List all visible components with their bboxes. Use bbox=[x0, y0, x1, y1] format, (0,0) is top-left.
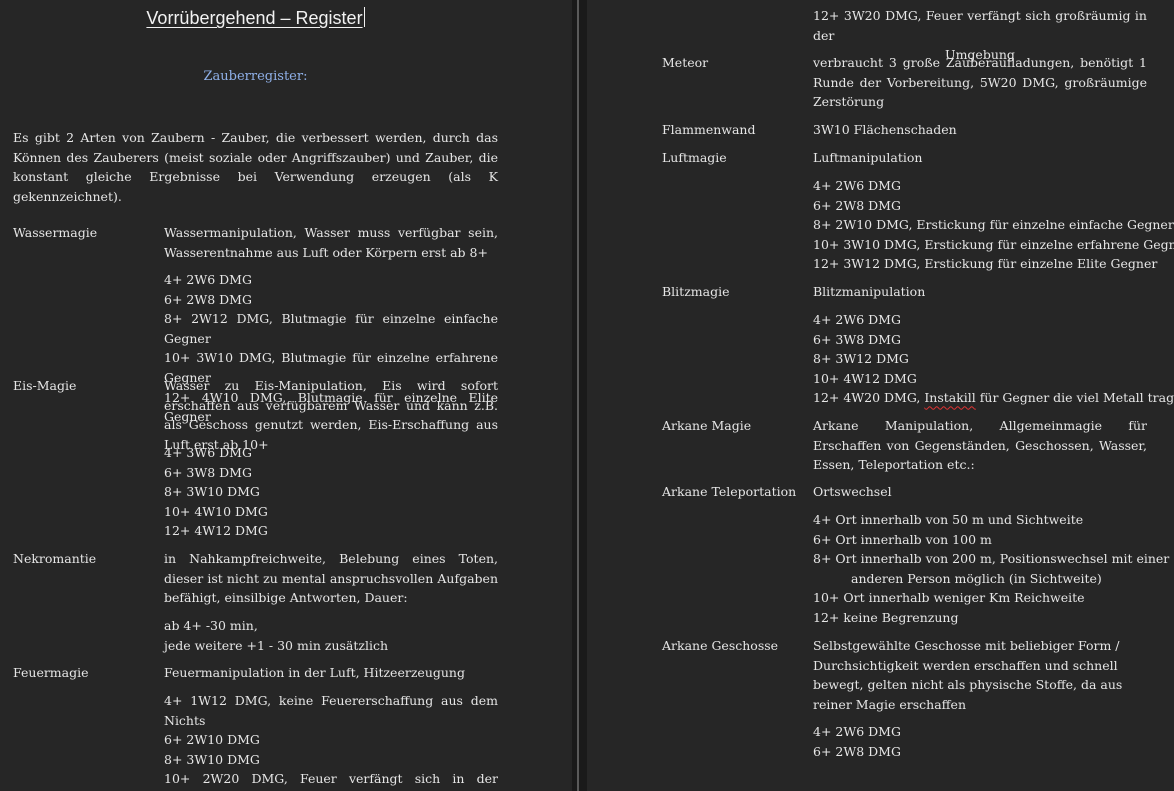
level-line: 10+ 4W12 DMG bbox=[813, 370, 917, 386]
section-heading: Zauberregister: bbox=[203, 69, 308, 84]
level-line: 10+ 3W10 DMG, Erstickung für einzelne er… bbox=[813, 236, 1174, 252]
level-line: 6+ Ort innerhalb von 100 m bbox=[813, 531, 992, 547]
spell-description: Wassermanipulation, Wasser muss verfügba… bbox=[164, 225, 498, 260]
level-line: 10+ Ort innerhalb weniger Km Reichweite bbox=[813, 590, 1085, 606]
spell-description: Arkane Manipulation, Allgemeinmagie für … bbox=[813, 418, 1147, 473]
level-line: 4+ 1W12 DMG, keine Feuererschaffung aus … bbox=[164, 693, 498, 728]
level-line: 6+ 3W8 DMG bbox=[164, 464, 252, 480]
level-line: 4+ 2W6 DMG bbox=[164, 272, 252, 287]
spell-levels-nekromantie: ab 4+ -30 min, jede weitere +1 - 30 min … bbox=[164, 616, 498, 655]
level-line: 10+ 4W10 DMG bbox=[164, 503, 268, 519]
spell-levels-arkane-geschosse: 4+ 2W6 DMG 6+ 2W8 DMG bbox=[813, 722, 1147, 761]
level-line: 8+ 3W10 DMG bbox=[164, 751, 260, 767]
spell-name: Nekromantie bbox=[13, 551, 97, 566]
level-line: 12+ keine Begrenzung bbox=[813, 609, 959, 625]
level-line: 8+ 2W10 DMG, Erstickung für einzelne ein… bbox=[813, 217, 1174, 233]
level-line: 6+ 2W8 DMG bbox=[813, 743, 901, 759]
intro-paragraph: Es gibt 2 Arten von Zaubern - Zauber, di… bbox=[13, 130, 498, 204]
level-line: 8+ 3W12 DMG bbox=[813, 351, 909, 367]
level-line: 6+ 2W8 DMG bbox=[813, 197, 901, 213]
spell-description: verbraucht 3 große Zauberaufladungen, be… bbox=[813, 55, 1147, 110]
level-line: 8+ 2W12 DMG, Blutmagie für einzelne einf… bbox=[164, 311, 498, 346]
level-line: 4+ 3W6 DMG bbox=[164, 445, 252, 460]
level-line: anderen Person möglich (in Sichtweite) bbox=[851, 570, 1102, 586]
spell-levels-eis-magie: 4+ 3W6 DMG 6+ 3W8 DMG 8+ 3W10 DMG 10+ 4W… bbox=[164, 443, 498, 541]
spell-levels-feuermagie: 4+ 1W12 DMG, keine Feuererschaffung aus … bbox=[164, 691, 498, 791]
text-cursor bbox=[363, 7, 365, 27]
document-page-left: Vorrübergehend – Register Zauberregister… bbox=[0, 0, 572, 791]
level-line: ab 4+ -30 min, bbox=[164, 618, 258, 633]
spell-description: Blitzmanipulation bbox=[813, 284, 926, 299]
spell-name: Meteor bbox=[662, 55, 709, 70]
level-line: 6+ 2W10 DMG bbox=[164, 732, 260, 748]
spell-levels-luftmagie: 4+ 2W6 DMG 6+ 2W8 DMG 8+ 2W10 DMG, Ersti… bbox=[813, 176, 1174, 274]
level-line: 4+ 2W6 DMG bbox=[813, 312, 901, 327]
spell-description: Ortswechsel bbox=[813, 484, 892, 499]
spell-name: Arkane Teleportation bbox=[662, 484, 797, 499]
level-line: jede weitere +1 - 30 min zusätzlich bbox=[164, 637, 389, 653]
level-line: 8+ Ort innerhalb von 200 m, Positionswec… bbox=[813, 551, 1170, 567]
level-line: 12+ 3W12 DMG, Erstickung für einzelne El… bbox=[813, 256, 1158, 272]
level-line: 6+ 2W8 DMG bbox=[164, 291, 252, 307]
level-line: 4+ 2W6 DMG bbox=[813, 178, 901, 193]
spell-description: Luftmanipulation bbox=[813, 150, 923, 165]
level-line: 8+ 3W10 DMG bbox=[164, 484, 260, 500]
spell-description: Feuermanipulation in der Luft, Hitzeerze… bbox=[164, 665, 465, 680]
spell-name: Eis-Magie bbox=[13, 378, 77, 393]
level-line: 12+ 4W20 DMG, Instakill für Gegner die v… bbox=[813, 390, 1174, 406]
page-gutter bbox=[572, 0, 587, 791]
spell-name: Feuermagie bbox=[13, 665, 89, 680]
page-divider bbox=[577, 0, 579, 791]
spell-description: 3W10 Flächenschaden bbox=[813, 122, 957, 137]
level-line: 6+ 3W8 DMG bbox=[813, 331, 901, 347]
spell-name: Luftmagie bbox=[662, 150, 727, 165]
spell-name: Arkane Geschosse bbox=[662, 638, 779, 653]
spell-description: in Nahkampfreichweite, Belebung eines To… bbox=[164, 551, 498, 606]
spell-name: Wassermagie bbox=[13, 225, 98, 240]
spell-name: Arkane Magie bbox=[662, 418, 752, 433]
spell-levels-arkane-teleportation: 4+ Ort innerhalb von 50 m und Sichtweite… bbox=[813, 510, 1170, 628]
spell-description: Selbstgewählte Geschosse mit beliebiger … bbox=[813, 638, 1123, 712]
level-line: 10+ 2W20 DMG, Feuer verfängt sich in der… bbox=[164, 771, 498, 791]
spell-name: Flammenwand bbox=[662, 122, 756, 137]
spell-name: Blitzmagie bbox=[662, 284, 730, 299]
spellcheck-word[interactable]: Instakill bbox=[924, 390, 975, 405]
level-line: 4+ 2W6 DMG bbox=[813, 724, 901, 739]
document-title[interactable]: Vorrübergehend – Register bbox=[0, 7, 511, 29]
document-page-right: 12+ 3W20 DMG, Feuer verfängt sich großrä… bbox=[587, 0, 1174, 791]
spell-levels-blitzmagie: 4+ 2W6 DMG 6+ 3W8 DMG 8+ 3W12 DMG 10+ 4W… bbox=[813, 310, 1174, 408]
level-line: 12+ 3W20 DMG, Feuer verfängt sich großrä… bbox=[813, 8, 1147, 43]
level-line: 12+ 4W12 DMG bbox=[164, 523, 268, 539]
level-line: 4+ Ort innerhalb von 50 m und Sichtweite bbox=[813, 512, 1084, 527]
